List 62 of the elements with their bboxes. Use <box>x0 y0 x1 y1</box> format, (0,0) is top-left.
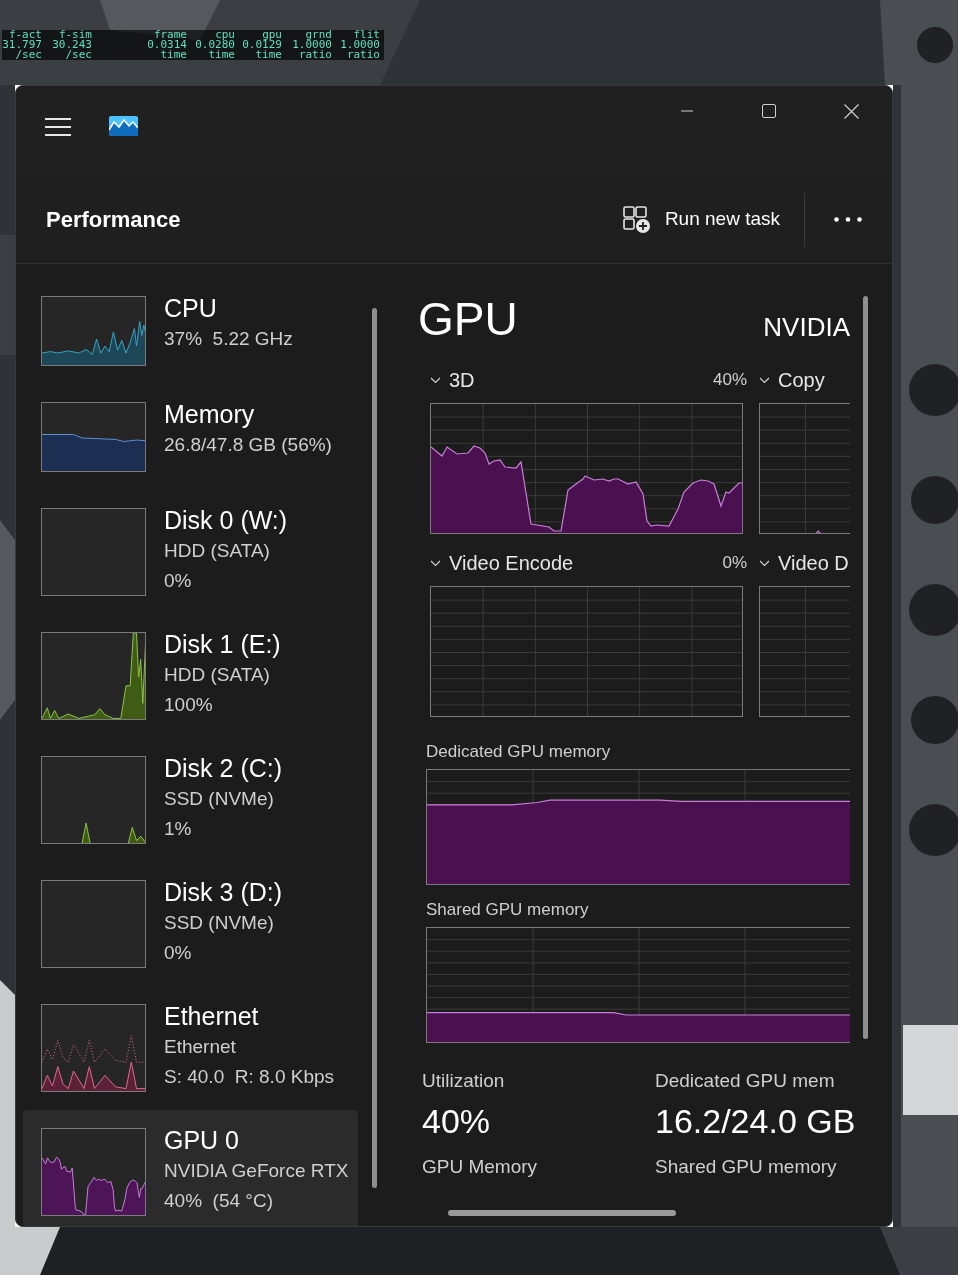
chevron-down-icon <box>430 376 441 384</box>
engine-value: 0% <box>722 552 747 575</box>
item-detail: NVIDIA GeForce RTX <box>164 1159 349 1183</box>
sidebar-item[interactable]: GPU 0 NVIDIA GeForce RTX 40% (54 °C) <box>23 1110 358 1226</box>
chart-label: Dedicated GPU memory <box>426 741 612 763</box>
item-detail: 0% <box>164 569 193 593</box>
sidebar-item[interactable]: Memory 26.8/47.8 GB (56%) <box>23 384 358 490</box>
engine-label: Copy <box>778 368 825 393</box>
item-title: Disk 0 (W:) <box>164 505 288 536</box>
item-title: Disk 3 (D:) <box>164 877 283 908</box>
item-title: Disk 1 (E:) <box>164 629 281 660</box>
scrollbar[interactable] <box>863 296 868 1039</box>
stat-value: 40% <box>422 1101 492 1141</box>
item-detail: 26.8/47.8 GB (56%) <box>164 433 332 457</box>
item-detail: Ethernet <box>164 1035 237 1059</box>
sidebar-item[interactable]: Disk 0 (W:) HDD (SATA) 0% <box>23 490 358 614</box>
more-icon <box>834 217 862 222</box>
item-detail: 0% <box>164 941 193 965</box>
chevron-down-icon <box>759 376 770 384</box>
close-icon <box>843 103 859 119</box>
device-vendor: NVIDIA <box>763 311 850 344</box>
maximize-icon <box>762 104 776 118</box>
item-detail: HDD (SATA) <box>164 663 271 687</box>
sidebar-item[interactable]: CPU 37% 5.22 GHz <box>23 278 358 384</box>
app-icon <box>109 116 138 136</box>
sidebar-item[interactable]: Ethernet Ethernet S: 40.0 R: 8.0 Kbps <box>23 986 358 1110</box>
item-detail: HDD (SATA) <box>164 539 271 563</box>
stat-value: 16.2/24.0 GB <box>655 1101 855 1141</box>
item-title: GPU 0 <box>164 1125 241 1156</box>
item-title: Disk 2 (C:) <box>164 753 283 784</box>
horizontal-scrollbar[interactable] <box>448 1210 676 1216</box>
engine-label: 3D <box>449 368 475 393</box>
menu-icon <box>45 117 71 137</box>
scrollbar[interactable] <box>372 308 377 1188</box>
stat-label: Dedicated GPU mem <box>655 1069 836 1093</box>
minimize-icon <box>681 110 693 112</box>
item-detail: S: 40.0 R: 8.0 Kbps <box>164 1065 335 1089</box>
stat-label: Utilization <box>422 1069 506 1093</box>
sidebar-item[interactable]: Disk 2 (C:) SSD (NVMe) 1% <box>23 738 358 862</box>
chart-label: Shared GPU memory <box>426 899 590 921</box>
engine-label: Video Encode <box>449 551 574 576</box>
run-new-task-button[interactable]: Run new task <box>612 197 790 242</box>
chevron-down-icon <box>430 559 441 567</box>
item-title: Ethernet <box>164 1001 260 1032</box>
item-title: CPU <box>164 293 218 324</box>
chevron-down-icon <box>759 559 770 567</box>
sidebar-item[interactable]: Disk 3 (D:) SSD (NVMe) 0% <box>23 862 358 986</box>
item-detail: SSD (NVMe) <box>164 911 275 935</box>
item-detail: 1% <box>164 817 193 841</box>
engine-label: Video D <box>778 551 849 576</box>
item-detail: 100% <box>164 693 214 717</box>
stat-label: Shared GPU memory <box>655 1155 838 1179</box>
page-title: Performance <box>45 206 181 234</box>
item-detail: SSD (NVMe) <box>164 787 275 811</box>
stat-label: GPU Memory <box>422 1155 539 1179</box>
engine-value: 40% <box>712 369 747 392</box>
item-detail: 40% (54 °C) <box>164 1189 274 1213</box>
new-task-icon <box>622 205 651 234</box>
sidebar-item[interactable]: Disk 1 (E:) HDD (SATA) 100% <box>23 614 358 738</box>
item-detail: 37% 5.22 GHz <box>164 327 293 351</box>
device-title: GPU <box>418 292 518 346</box>
item-title: Memory <box>164 399 256 430</box>
